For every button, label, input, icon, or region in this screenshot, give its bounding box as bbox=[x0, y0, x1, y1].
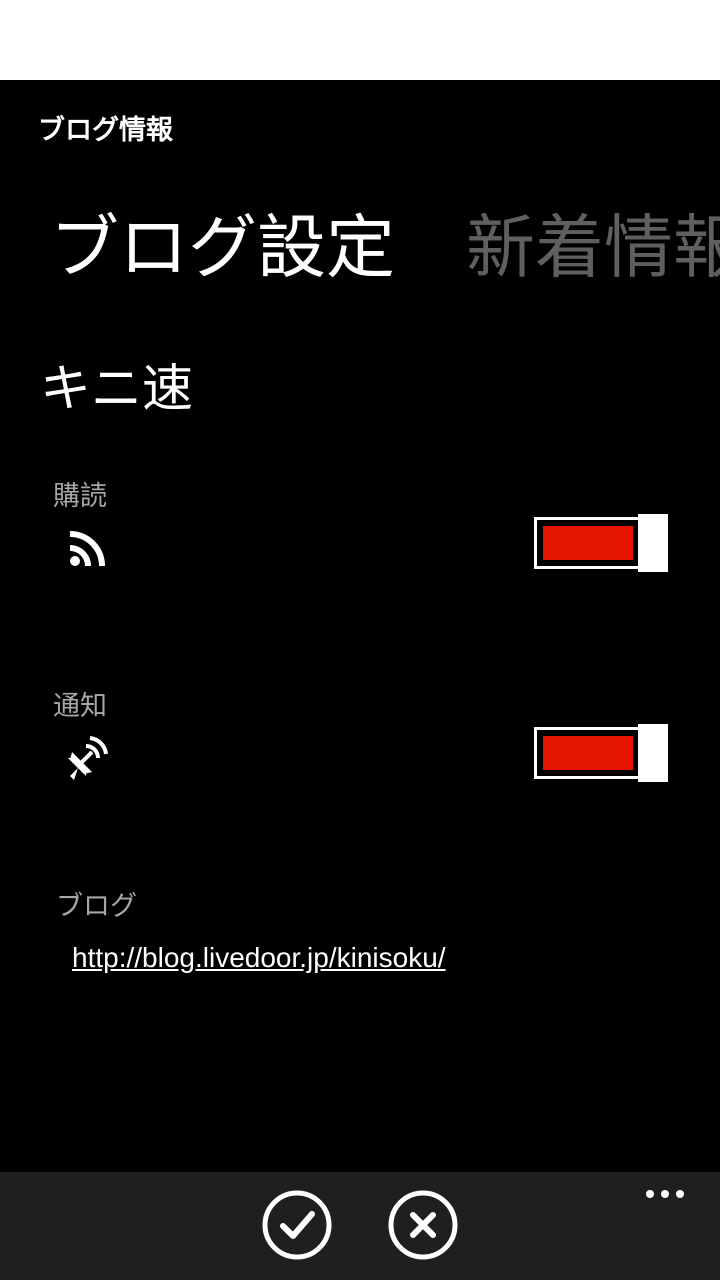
status-bar bbox=[0, 0, 720, 80]
confirm-button[interactable] bbox=[262, 1190, 332, 1260]
check-icon bbox=[262, 1190, 332, 1260]
blog-label: ブログ bbox=[56, 891, 137, 922]
toggle-fill bbox=[543, 736, 633, 770]
pivot-header-blog-settings[interactable]: ブログ設定 bbox=[50, 200, 395, 296]
blog-name: キニ速 bbox=[40, 360, 194, 419]
more-button[interactable] bbox=[640, 1180, 690, 1210]
toggle-fill bbox=[543, 526, 633, 560]
app-title: ブログ情報 bbox=[38, 115, 173, 146]
toggle-thumb[interactable] bbox=[638, 514, 668, 572]
rss-icon bbox=[68, 528, 110, 568]
notify-toggle[interactable] bbox=[534, 724, 668, 782]
subscribe-label: 購読 bbox=[53, 481, 107, 512]
pivot: ブログ設定 新着情報 bbox=[0, 200, 720, 300]
pivot-header-new-info[interactable]: 新着情報 bbox=[466, 200, 720, 296]
toggle-thumb[interactable] bbox=[638, 724, 668, 782]
ellipsis-icon bbox=[646, 1190, 684, 1198]
satellite-dish-icon bbox=[64, 734, 110, 780]
close-icon bbox=[388, 1190, 458, 1260]
subscribe-toggle[interactable] bbox=[534, 514, 668, 572]
cancel-button[interactable] bbox=[388, 1190, 458, 1260]
blog-url-link[interactable]: http://blog.livedoor.jp/kinisoku/ bbox=[72, 942, 446, 974]
app-bar bbox=[0, 1172, 720, 1280]
toggle-track bbox=[534, 727, 650, 779]
notify-label: 通知 bbox=[53, 691, 107, 722]
toggle-track bbox=[534, 517, 650, 569]
